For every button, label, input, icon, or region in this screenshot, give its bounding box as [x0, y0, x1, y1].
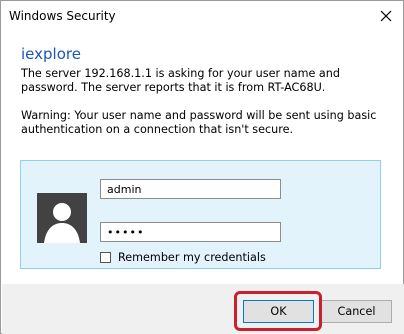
username-field[interactable] — [100, 179, 281, 199]
button-footer: OK Cancel — [2, 284, 404, 334]
app-name: iexplore — [21, 45, 81, 63]
password-field[interactable] — [100, 222, 281, 242]
server-message: The server 192.168.1.1 is asking for you… — [21, 67, 340, 94]
ok-button[interactable]: OK — [243, 300, 314, 323]
windows-security-dialog: Windows Security iexplore The server 192… — [0, 0, 404, 334]
credentials-panel: Remember my credentials — [20, 160, 381, 269]
security-warning: Warning: Your user name and password wil… — [21, 109, 377, 136]
user-silhouette-icon — [37, 193, 87, 243]
cancel-button[interactable]: Cancel — [321, 300, 392, 323]
title-bar: Windows Security — [1, 1, 403, 31]
remember-label: Remember my credentials — [118, 251, 266, 264]
remember-checkbox[interactable] — [100, 252, 111, 263]
close-button[interactable] — [375, 5, 397, 27]
window-title: Windows Security — [9, 9, 116, 23]
close-icon — [380, 10, 392, 22]
remember-credentials-option[interactable]: Remember my credentials — [100, 251, 266, 264]
